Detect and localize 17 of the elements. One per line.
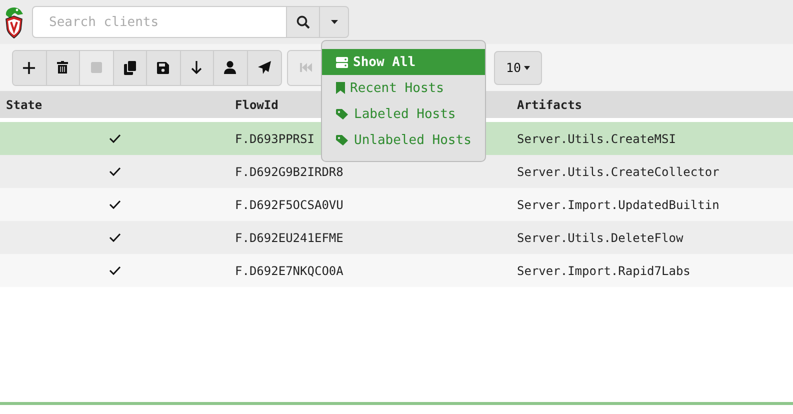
table-cell: Server.Utils.CreateMSI [517, 132, 676, 146]
menu-item-label: Unlabeled Hosts [354, 132, 472, 148]
column-header: State [6, 98, 42, 112]
column-header: Artifacts [517, 98, 582, 112]
table-cell: F.D692G9B2IRDR8 [235, 164, 344, 178]
table-cell: F.D692F5OCSA0VU [235, 198, 344, 212]
table-cell: F.D692EU241EFME [235, 230, 344, 244]
table-cell: F.D692E7NKQCO0A [235, 264, 344, 278]
table-cell: Server.Utils.CreateCollector [517, 164, 720, 178]
table-cell: Server.Import.UpdatedBuiltin [517, 198, 720, 212]
table-cell: Server.Utils.DeleteFlow [517, 230, 684, 244]
menu-item-label: Labeled Hosts [354, 106, 456, 122]
menu-item-label: Recent Hosts [350, 80, 444, 96]
menu-item-label: Show All [353, 54, 416, 70]
column-header: FlowId [235, 98, 278, 112]
table-cell: F.D693PPRSI [235, 132, 314, 146]
table-cell: Server.Import.Rapid7Labs [517, 264, 690, 278]
